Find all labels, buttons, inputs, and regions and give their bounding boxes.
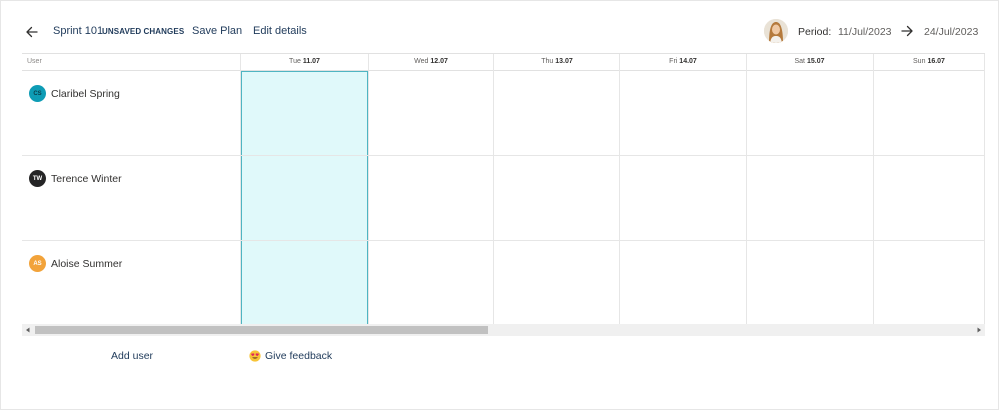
- period-start-date[interactable]: 11/Jul/2023: [838, 26, 892, 38]
- day-header-tue: Tue 11.07: [289, 58, 320, 65]
- user-avatar: CS: [29, 85, 46, 102]
- user-column-header: User: [27, 58, 42, 65]
- scroll-right-icon[interactable]: [975, 326, 983, 334]
- unsaved-changes-badge: UNSAVED CHANGES: [102, 27, 185, 36]
- give-feedback-button[interactable]: Give feedback: [249, 350, 332, 362]
- scroll-left-icon[interactable]: [24, 326, 32, 334]
- top-bar: Sprint 101 UNSAVED CHANGES Save Plan Edi…: [0, 0, 999, 54]
- planning-grid: User Tue 11.07 Wed 12.07 Thu 13.07 Fri 1…: [22, 53, 985, 326]
- sprint-title: Sprint 101: [53, 25, 104, 37]
- scrollbar-thumb[interactable]: [35, 326, 488, 334]
- grid-header-row: User Tue 11.07 Wed 12.07 Thu 13.07 Fri 1…: [22, 54, 985, 71]
- user-name: Aloise Summer: [51, 258, 123, 270]
- user-avatar: AS: [29, 255, 46, 272]
- today-column-highlight: [241, 71, 368, 325]
- column-divider: [746, 54, 747, 325]
- user-name: Claribel Spring: [51, 88, 120, 100]
- give-feedback-label: Give feedback: [265, 350, 333, 362]
- column-divider: [873, 54, 874, 325]
- add-user-button[interactable]: Add user: [111, 350, 153, 362]
- edit-details-button[interactable]: Edit details: [253, 25, 307, 37]
- user-avatar: TW: [29, 170, 46, 187]
- day-header-fri: Fri 14.07: [669, 58, 697, 65]
- user-row[interactable]: TW Terence Winter: [22, 156, 240, 241]
- user-name: Terence Winter: [51, 173, 122, 185]
- arrow-left-icon: [26, 26, 38, 38]
- user-row[interactable]: AS Aloise Summer: [22, 241, 240, 326]
- current-user-avatar[interactable]: [764, 19, 788, 43]
- back-button[interactable]: [22, 22, 42, 42]
- column-divider: [240, 54, 241, 325]
- day-header-sun: Sun 16.07: [913, 58, 945, 65]
- column-divider: [493, 54, 494, 325]
- day-header-wed: Wed 12.07: [414, 58, 448, 65]
- period-end-date[interactable]: 24/Jul/2023: [924, 26, 978, 38]
- period-label: Period:: [798, 26, 832, 38]
- save-plan-button[interactable]: Save Plan: [192, 25, 242, 37]
- column-divider: [368, 54, 369, 325]
- horizontal-scrollbar[interactable]: [22, 324, 985, 336]
- column-divider: [619, 54, 620, 325]
- day-header-sat: Sat 15.07: [794, 58, 825, 65]
- column-divider: [984, 54, 985, 325]
- user-row[interactable]: CS Claribel Spring: [22, 71, 240, 156]
- heart-eyes-emoji-icon: [249, 350, 261, 362]
- user-photo-icon: [764, 19, 788, 43]
- day-header-thu: Thu 13.07: [541, 58, 573, 65]
- arrow-right-icon: [900, 24, 914, 38]
